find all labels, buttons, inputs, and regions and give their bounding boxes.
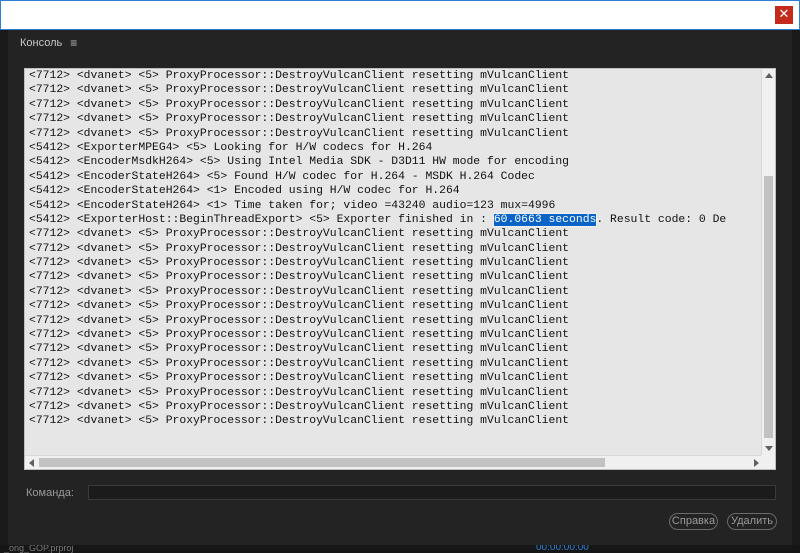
panel-title: Консоль: [20, 37, 63, 49]
console-panel: Консоль ≡ <7712> <dvanet> <5> ProxyProce…: [8, 30, 792, 545]
selected-text-highlight[interactable]: 60.0663 seconds: [492, 212, 598, 227]
window-titlebar: ✕: [0, 0, 800, 30]
console-line: <7712> <dvanet> <5> ProxyProcessor::Dest…: [29, 329, 570, 342]
console-line: <7712> <dvanet> <5> ProxyProcessor::Dest…: [29, 70, 570, 82]
scroll-right-arrow-icon[interactable]: [754, 459, 759, 467]
project-name: _ong_GOP.prproj: [4, 545, 74, 553]
console-line: <7712> <dvanet> <5> ProxyProcessor::Dest…: [29, 127, 570, 140]
console-line: <5412> <ExporterMPEG4> <5> Looking for H…: [29, 141, 433, 154]
close-icon[interactable]: ✕: [775, 6, 793, 24]
console-line: <7712> <dvanet> <5> ProxyProcessor::Dest…: [29, 400, 570, 413]
background-right-edge: [792, 30, 800, 553]
console-line: <7712> <dvanet> <5> ProxyProcessor::Dest…: [29, 228, 570, 241]
console-line: <7712> <dvanet> <5> ProxyProcessor::Dest…: [29, 357, 570, 370]
console-line: <7712> <dvanet> <5> ProxyProcessor::Dest…: [29, 113, 570, 126]
console-line: <7712> <dvanet> <5> ProxyProcessor::Dest…: [29, 84, 570, 97]
console-line: <7712> <dvanet> <5> ProxyProcessor::Dest…: [29, 257, 570, 270]
console-line: <5412> <EncoderMsdkH264> <5> Using Intel…: [29, 156, 570, 169]
export-line-prefix: <5412> <ExporterHost::BeginThreadExport>…: [29, 213, 494, 226]
hamburger-menu-icon[interactable]: ≡: [70, 36, 77, 50]
command-input[interactable]: [88, 485, 776, 500]
vertical-scrollbar[interactable]: [761, 69, 775, 455]
scroll-left-arrow-icon[interactable]: [29, 459, 34, 467]
horizontal-scroll-thumb[interactable]: [39, 458, 605, 467]
console-line: <7712> <dvanet> <5> ProxyProcessor::Dest…: [29, 314, 570, 327]
console-line: <7712> <dvanet> <5> ProxyProcessor::Dest…: [29, 242, 570, 255]
console-line: <5412> <EncoderStateH264> <5> Found H/W …: [29, 170, 535, 183]
console-line: <7712> <dvanet> <5> ProxyProcessor::Dest…: [29, 98, 570, 111]
scroll-down-arrow-icon[interactable]: [765, 446, 773, 451]
console-lines: <7712> <dvanet> <5> ProxyProcessor::Dest…: [29, 69, 761, 429]
background-left-edge: [0, 30, 8, 553]
console-line-export: <5412> <ExporterHost::BeginThreadExport>…: [29, 212, 761, 227]
console-line: <7712> <dvanet> <5> ProxyProcessor::Dest…: [29, 300, 570, 313]
help-button[interactable]: Справка: [669, 513, 718, 530]
console-line: <7712> <dvanet> <5> ProxyProcessor::Dest…: [29, 372, 570, 385]
scroll-up-arrow-icon[interactable]: [765, 73, 773, 78]
panel-header: Консоль ≡: [20, 35, 77, 51]
background-bottom-strip: _ong_GOP.prproj 00:00:00:00: [0, 545, 800, 553]
console-output[interactable]: <7712> <dvanet> <5> ProxyProcessor::Dest…: [24, 68, 776, 470]
vertical-scroll-thumb[interactable]: [764, 176, 773, 438]
console-line: <7712> <dvanet> <5> ProxyProcessor::Dest…: [29, 285, 570, 298]
console-line: <7712> <dvanet> <5> ProxyProcessor::Dest…: [29, 415, 570, 428]
console-line: <7712> <dvanet> <5> ProxyProcessor::Dest…: [29, 343, 570, 356]
console-line: <7712> <dvanet> <5> ProxyProcessor::Dest…: [29, 386, 570, 399]
console-line: <5412> <EncoderStateH264> <1> Time taken…: [29, 199, 556, 212]
delete-button[interactable]: Удалить: [727, 513, 777, 530]
timecode: 00:00:00:00: [536, 545, 589, 553]
export-line-suffix: . Result code: 0 De: [596, 213, 727, 226]
console-line: <5412> <EncoderStateH264> <1> Encoded us…: [29, 185, 460, 198]
console-line: <7712> <dvanet> <5> ProxyProcessor::Dest…: [29, 271, 570, 284]
scrollbar-corner: [761, 455, 775, 469]
horizontal-scrollbar[interactable]: [25, 455, 763, 469]
command-label: Команда:: [26, 487, 74, 499]
